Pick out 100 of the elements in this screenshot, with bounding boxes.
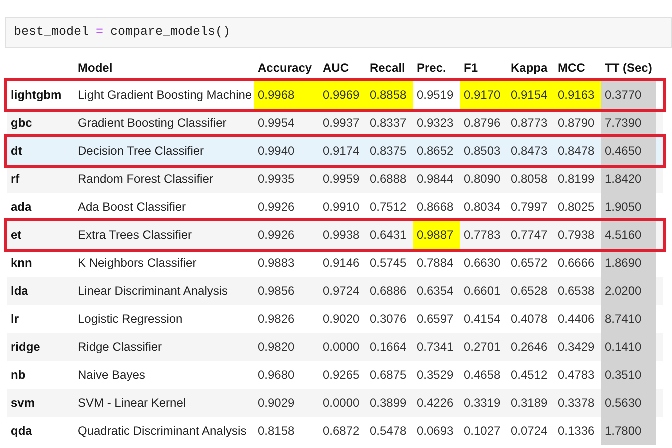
table-cell: 1.8690 bbox=[601, 249, 656, 277]
table-cell-text: 0.9856 bbox=[257, 283, 296, 300]
table-cell-text: 0.4406 bbox=[557, 311, 596, 328]
table-cell-text: 0.6597 bbox=[416, 311, 455, 328]
table-row[interactable]: lda Linear Discriminant Analysis 0.9856 0.9724 0.6886 0.6354 0.6601 0.6528 0.6538 2.0200 bbox=[7, 277, 663, 305]
table-cell-text: Quadratic Discriminant Analysis bbox=[77, 423, 248, 440]
row-index: rf bbox=[10, 171, 21, 188]
table-cell-text: 0.9146 bbox=[322, 255, 361, 272]
table-cell-text: 0.8090 bbox=[463, 171, 502, 188]
table-cell-text: 0.9935 bbox=[257, 171, 296, 188]
table-cell-text: 0.7783 bbox=[463, 227, 502, 244]
row-index: lightgbm bbox=[10, 87, 63, 104]
table-cell-text: 0.3529 bbox=[416, 367, 455, 384]
table-cell-text: 0.8668 bbox=[416, 199, 455, 216]
table-cell-text: 0.6528 bbox=[510, 283, 549, 300]
table-cell-text: 0.7997 bbox=[510, 199, 549, 216]
table-cell-text: 0.9680 bbox=[257, 367, 296, 384]
table-cell-text: 0.7884 bbox=[416, 255, 455, 272]
table-cell-text: 0.9020 bbox=[322, 311, 361, 328]
table-cell-text: 0.9926 bbox=[257, 199, 296, 216]
table-cell-text: 0.9724 bbox=[322, 283, 361, 300]
table-cell: 0.9170 bbox=[460, 81, 507, 109]
table-cell-text: 0.7938 bbox=[557, 227, 596, 244]
column-header: Kappa bbox=[510, 60, 549, 77]
row-index: gbc bbox=[10, 115, 34, 132]
table-cell-text: 0.6572 bbox=[510, 255, 549, 272]
table-cell-text: 0.0724 bbox=[510, 423, 549, 440]
table-cell-text: 0.6630 bbox=[463, 255, 502, 272]
table-cell-text: 0.8375 bbox=[369, 143, 408, 160]
table-cell-text: 0.9820 bbox=[257, 339, 296, 356]
table-cell-text: 0.6666 bbox=[557, 255, 596, 272]
table-cell-text: 0.4078 bbox=[510, 311, 549, 328]
table-cell: 0.8858 bbox=[366, 81, 413, 109]
column-header: MCC bbox=[557, 60, 586, 77]
table-cell: 0.5630 bbox=[601, 389, 656, 417]
table-row[interactable]: knn K Neighbors Classifier 0.9883 0.9146 0.5745 0.7884 0.6630 0.6572 0.6666 1.8690 bbox=[7, 249, 663, 277]
table-cell-text: Decision Tree Classifier bbox=[77, 143, 206, 160]
table-cell-text: 0.7341 bbox=[416, 339, 455, 356]
table-cell-text: 0.8158 bbox=[257, 423, 296, 440]
table-cell-text: Gradient Boosting Classifier bbox=[77, 115, 228, 132]
table-cell-text: 0.8199 bbox=[557, 171, 596, 188]
table-cell-text: K Neighbors Classifier bbox=[77, 255, 198, 272]
row-index: ridge bbox=[10, 339, 42, 356]
table-cell-text: 0.6875 bbox=[369, 367, 408, 384]
row-index: et bbox=[10, 227, 23, 244]
table-cell-text: 0.4512 bbox=[510, 367, 549, 384]
table-cell-text: 0.9938 bbox=[322, 227, 361, 244]
table-cell-text: 0.7512 bbox=[369, 199, 408, 216]
table-cell-text: 0.6354 bbox=[416, 283, 455, 300]
column-header: Prec. bbox=[416, 60, 448, 77]
table-cell-text: 0.4226 bbox=[416, 395, 455, 412]
column-header: F1 bbox=[463, 60, 480, 77]
table-cell-text: 0.9910 bbox=[322, 199, 361, 216]
table-cell-text: 0.9323 bbox=[416, 115, 455, 132]
table-cell-text: 0.9519 bbox=[416, 87, 455, 104]
column-header: Recall bbox=[369, 60, 406, 77]
table-row[interactable]: dt Decision Tree Classifier 0.9940 0.9174 0.8375 0.8652 0.8503 0.8473 0.8478 0.4650 bbox=[7, 137, 663, 165]
table-cell-text: 0.8773 bbox=[510, 115, 549, 132]
table-cell-text: 0.6886 bbox=[369, 283, 408, 300]
row-index: qda bbox=[10, 423, 34, 440]
table-row[interactable]: rf Random Forest Classifier 0.9935 0.9959 0.6888 0.9844 0.8090 0.8058 0.8199 1.8420 bbox=[7, 165, 663, 193]
table-cell-text: 0.0000 bbox=[322, 339, 361, 356]
table-cell-text: 0.2646 bbox=[510, 339, 549, 356]
table-cell-text: 0.9954 bbox=[257, 115, 296, 132]
table-cell-text: 0.0693 bbox=[416, 423, 455, 440]
code-cell[interactable]: best_model = compare_models() bbox=[5, 17, 672, 48]
table-cell-text: Extra Trees Classifier bbox=[77, 227, 194, 244]
table-cell-text: 0.9826 bbox=[257, 311, 296, 328]
table-row[interactable]: et Extra Trees Classifier 0.9926 0.9938 0.6431 0.9887 0.7783 0.7747 0.7938 4.5160 bbox=[7, 221, 663, 249]
table-cell-text: 0.6872 bbox=[322, 423, 361, 440]
table-cell-text: 0.8473 bbox=[510, 143, 549, 160]
row-index: nb bbox=[10, 367, 27, 384]
table-row[interactable]: svm SVM - Linear Kernel 0.9029 0.0000 0.3899 0.4226 0.3319 0.3189 0.3378 0.5630 bbox=[7, 389, 663, 417]
table-cell: 4.5160 bbox=[601, 221, 656, 249]
row-index: dt bbox=[10, 143, 24, 160]
row-index: ada bbox=[10, 199, 33, 216]
table-cell-text: 0.6601 bbox=[463, 283, 502, 300]
table-cell: 0.1410 bbox=[601, 333, 656, 361]
table-cell-text: 0.3189 bbox=[510, 395, 549, 412]
row-index: lr bbox=[10, 311, 20, 328]
table-cell-text: 0.8337 bbox=[369, 115, 408, 132]
table-cell-text: 0.8478 bbox=[557, 143, 596, 160]
table-cell-text: 0.3319 bbox=[463, 395, 502, 412]
table-cell-text: 0.9265 bbox=[322, 367, 361, 384]
table-cell: 0.4650 bbox=[601, 137, 656, 165]
table-row[interactable]: ridge Ridge Classifier 0.9820 0.0000 0.1664 0.7341 0.2701 0.2646 0.3429 0.1410 bbox=[7, 333, 663, 361]
table-cell: 1.9050 bbox=[601, 193, 656, 221]
table-cell-text: Linear Discriminant Analysis bbox=[77, 283, 230, 300]
table-cell: 1.8420 bbox=[601, 165, 656, 193]
table-cell: 0.3510 bbox=[601, 361, 656, 389]
code-token: = bbox=[96, 24, 104, 42]
code-token: best_model bbox=[14, 24, 90, 42]
row-index: knn bbox=[10, 255, 34, 272]
table-cell-text: 0.6431 bbox=[369, 227, 408, 244]
table-cell-text: 0.3429 bbox=[557, 339, 596, 356]
table-cell-text: Ridge Classifier bbox=[77, 339, 164, 356]
table-row[interactable]: ada Ada Boost Classifier 0.9926 0.9910 0.7512 0.8668 0.8034 0.7997 0.8025 1.9050 bbox=[7, 193, 663, 221]
table-cell-text: 0.9174 bbox=[322, 143, 361, 160]
table-cell: 0.9968 bbox=[254, 81, 319, 109]
table-cell-text: 0.8034 bbox=[463, 199, 502, 216]
